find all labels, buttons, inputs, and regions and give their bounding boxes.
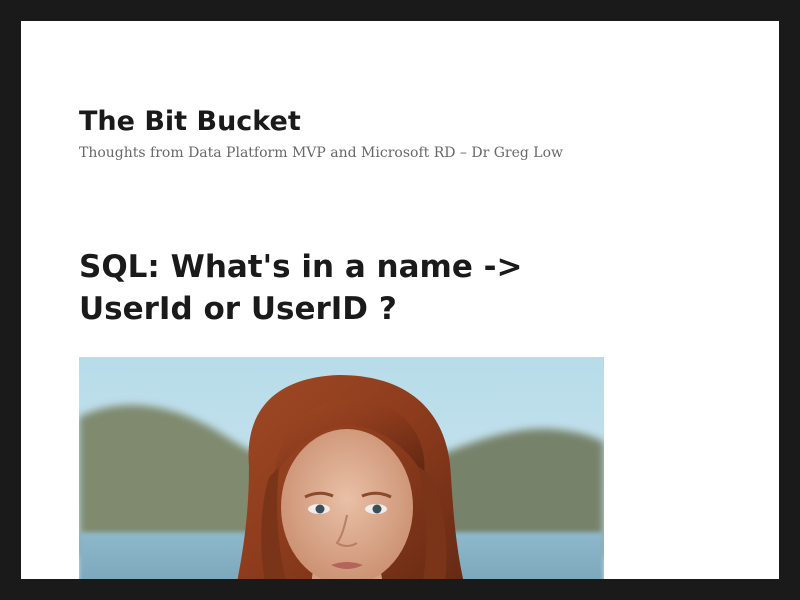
site-title-link[interactable]: The Bit Bucket <box>79 105 301 139</box>
post-thumbnail-image <box>79 357 604 579</box>
post-thumbnail[interactable] <box>79 357 604 579</box>
post-title-line-1: SQL: What's in a name -> <box>79 249 523 285</box>
post-title-line-2: UserId or UserID ? <box>79 291 397 327</box>
page-content: The Bit Bucket Thoughts from Data Platfo… <box>21 21 779 579</box>
post-title[interactable]: SQL: What's in a name -> UserId or UserI… <box>79 246 599 330</box>
site-description: Thoughts from Data Platform MVP and Micr… <box>79 145 564 161</box>
